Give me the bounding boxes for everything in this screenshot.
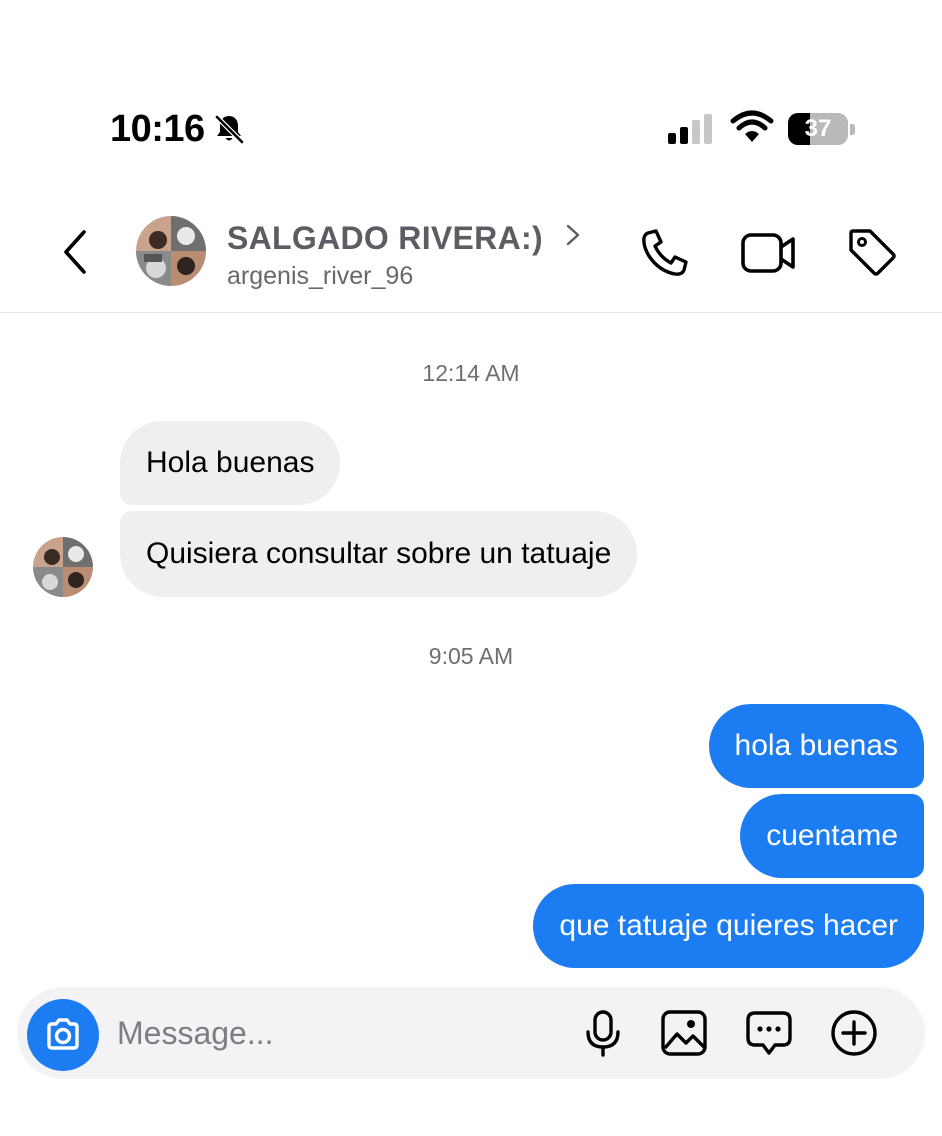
contact-handle[interactable]: argenis_river_96 [227,262,413,291]
message-timestamp: 9:05 AM [428,643,514,669]
microphone-icon[interactable] [579,1009,627,1057]
gallery-icon[interactable] [660,1009,708,1057]
tag-icon[interactable] [846,226,898,278]
bell-slash-icon [215,115,244,144]
battery-level: 37 [804,115,832,142]
sticker-message-icon[interactable] [745,1009,793,1057]
chat-header: SALGADO RIVERA:) argenis_river_96 [0,196,942,313]
outgoing-message[interactable]: hola buenas [708,704,924,788]
chevron-right-icon[interactable] [563,222,583,248]
back-chevron-icon[interactable] [56,226,96,278]
contact-name[interactable]: SALGADO RIVERA:) [227,220,543,257]
camera-button[interactable] [27,999,99,1071]
phone-icon[interactable] [638,226,692,280]
incoming-message[interactable]: Quisiera consultar sobre un tatuaje [120,511,638,597]
cellular-signal-icon [668,114,712,144]
status-bar: 10:16 37 [0,0,942,180]
message-input[interactable] [117,1009,557,1057]
incoming-message[interactable]: Hola buenas [120,421,341,505]
message-timestamp: 12:14 AM [422,360,520,386]
video-camera-icon[interactable] [740,228,798,278]
avatar[interactable] [136,216,206,286]
outgoing-message[interactable]: cuentame [740,794,924,878]
outgoing-message[interactable]: que tatuaje quieres hacer [533,884,924,968]
message-composer [17,987,925,1079]
sender-avatar[interactable] [33,537,93,597]
wifi-icon [730,110,774,142]
battery-icon: 37 [788,113,856,145]
status-time: 10:16 [110,108,205,150]
plus-circle-icon[interactable] [830,1009,878,1057]
camera-icon [47,1018,79,1050]
